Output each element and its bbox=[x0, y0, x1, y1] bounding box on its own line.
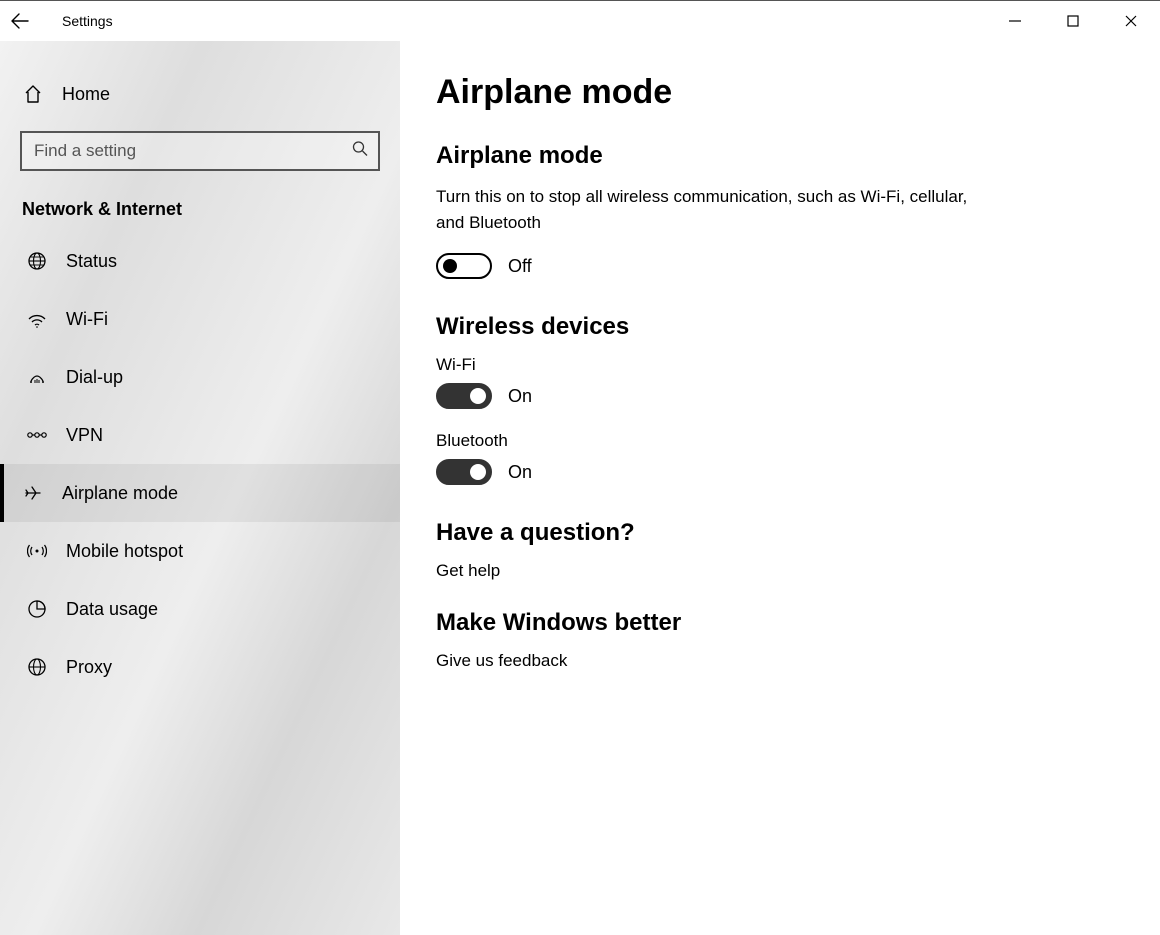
dialup-icon bbox=[26, 366, 48, 388]
sidebar-item-dialup[interactable]: Dial-up bbox=[0, 348, 400, 406]
give-feedback-link[interactable]: Give us feedback bbox=[436, 651, 567, 671]
airplane-mode-toggle[interactable] bbox=[436, 253, 492, 279]
section-heading-question: Have a question? bbox=[436, 519, 1124, 547]
sidebar-item-wifi[interactable]: Wi-Fi bbox=[0, 290, 400, 348]
app-title: Settings bbox=[62, 13, 113, 29]
sidebar-item-label: VPN bbox=[66, 425, 103, 446]
bluetooth-toggle[interactable] bbox=[436, 459, 492, 485]
sidebar-item-vpn[interactable]: VPN bbox=[0, 406, 400, 464]
bluetooth-toggle-label: On bbox=[508, 462, 532, 483]
vpn-icon bbox=[26, 424, 48, 446]
sidebar-item-label: Status bbox=[66, 251, 117, 272]
wifi-icon bbox=[26, 308, 48, 330]
sidebar-item-label: Mobile hotspot bbox=[66, 541, 183, 562]
get-help-link[interactable]: Get help bbox=[436, 561, 500, 581]
hotspot-icon bbox=[26, 540, 48, 562]
section-heading-wireless: Wireless devices bbox=[436, 313, 1124, 341]
sidebar-item-status[interactable]: Status bbox=[0, 232, 400, 290]
wifi-toggle-label: On bbox=[508, 386, 532, 407]
section-heading-airplane: Airplane mode bbox=[436, 142, 1124, 170]
main-content: Airplane mode Airplane mode Turn this on… bbox=[400, 41, 1160, 935]
bluetooth-device-label: Bluetooth bbox=[436, 431, 1124, 451]
sidebar-item-proxy[interactable]: Proxy bbox=[0, 638, 400, 696]
minimize-icon bbox=[1009, 15, 1021, 27]
data-usage-icon bbox=[26, 598, 48, 620]
airplane-mode-description: Turn this on to stop all wireless commun… bbox=[436, 184, 996, 235]
sidebar-item-airplane-mode[interactable]: Airplane mode bbox=[0, 464, 400, 522]
titlebar: Settings bbox=[0, 1, 1160, 41]
wifi-toggle[interactable] bbox=[436, 383, 492, 409]
close-button[interactable] bbox=[1102, 1, 1160, 41]
wifi-device-label: Wi-Fi bbox=[436, 355, 1124, 375]
back-button[interactable] bbox=[0, 1, 40, 41]
sidebar-section-title: Network & Internet bbox=[22, 199, 400, 220]
search-input[interactable] bbox=[20, 131, 380, 171]
sidebar-item-label: Wi-Fi bbox=[66, 309, 108, 330]
airplane-mode-toggle-label: Off bbox=[508, 256, 532, 277]
sidebar-item-mobile-hotspot[interactable]: Mobile hotspot bbox=[0, 522, 400, 580]
sidebar-item-label: Proxy bbox=[66, 657, 112, 678]
home-icon bbox=[22, 83, 44, 105]
sidebar-item-label: Airplane mode bbox=[62, 483, 178, 504]
maximize-icon bbox=[1067, 15, 1079, 27]
sidebar-item-data-usage[interactable]: Data usage bbox=[0, 580, 400, 638]
sidebar: Home Network & Internet Status Wi-Fi bbox=[0, 41, 400, 935]
sidebar-item-label: Data usage bbox=[66, 599, 158, 620]
airplane-icon bbox=[22, 482, 44, 504]
section-heading-feedback: Make Windows better bbox=[436, 609, 1124, 637]
arrow-left-icon bbox=[11, 12, 29, 30]
sidebar-home[interactable]: Home bbox=[0, 71, 400, 117]
page-title: Airplane mode bbox=[436, 73, 1124, 112]
globe-icon bbox=[26, 250, 48, 272]
sidebar-home-label: Home bbox=[62, 84, 110, 105]
maximize-button[interactable] bbox=[1044, 1, 1102, 41]
close-icon bbox=[1125, 15, 1137, 27]
proxy-icon bbox=[26, 656, 48, 678]
sidebar-item-label: Dial-up bbox=[66, 367, 123, 388]
minimize-button[interactable] bbox=[986, 1, 1044, 41]
